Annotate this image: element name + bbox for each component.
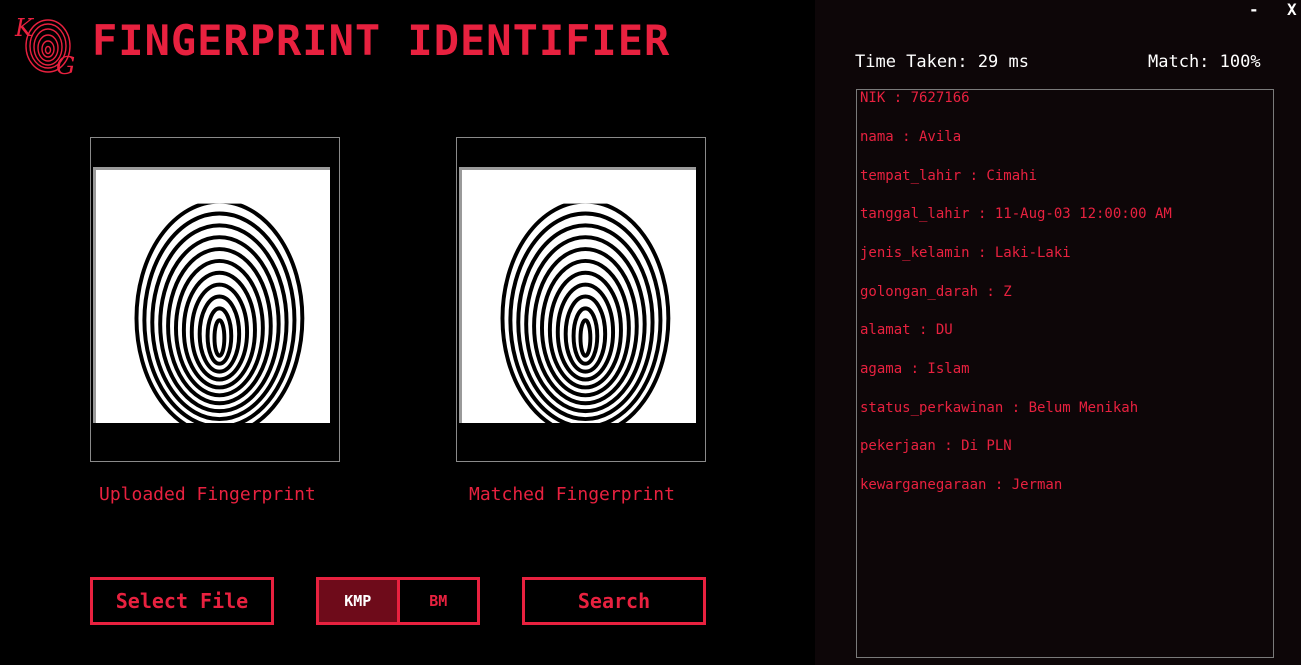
uploaded-fingerprint-frame: [90, 137, 340, 462]
logo-letter-k: K: [14, 14, 35, 42]
algorithm-toggle: KMP BM: [316, 577, 480, 625]
match-percentage-label: Match: 100%: [1148, 52, 1261, 72]
matched-fingerprint-image: [459, 167, 696, 423]
biodata-status-perkawinan: status_perkawinan : Belum Menikah: [860, 400, 1139, 416]
time-taken-label: Time Taken: 29 ms: [855, 52, 1029, 72]
biodata-nik: NIK : 7627166: [860, 90, 970, 106]
select-file-button[interactable]: Select File: [90, 577, 274, 625]
matched-fingerprint-frame: [456, 137, 706, 462]
matched-fingerprint-label: Matched Fingerprint: [469, 484, 675, 505]
biodata-tempat-lahir: tempat_lahir : Cimahi: [860, 168, 1038, 184]
biodata-nama: nama : Avila: [860, 129, 962, 145]
minimize-button[interactable]: -: [1249, 0, 1259, 19]
biodata-alamat: alamat : DU: [860, 322, 953, 338]
biodata-pekerjaan: pekerjaan : Di PLN: [860, 438, 1012, 454]
main-panel: K G FINGERPRINT IDENTIFIER Uploaded Fing…: [0, 0, 815, 665]
algorithm-bm-option[interactable]: BM: [399, 580, 477, 622]
app-title: FINGERPRINT IDENTIFIER: [92, 16, 671, 65]
search-button[interactable]: Search: [522, 577, 706, 625]
app-logo: K G: [14, 12, 78, 80]
biodata-kewarganegaraan: kewarganegaraan : Jerman: [860, 477, 1063, 493]
uploaded-fingerprint-label: Uploaded Fingerprint: [99, 484, 316, 505]
biodata-agama: agama : Islam: [860, 361, 970, 377]
biodata-box: NIK : 7627166 nama : Avila tempat_lahir …: [856, 89, 1274, 658]
biodata-jenis-kelamin: jenis_kelamin : Laki-Laki: [860, 245, 1071, 261]
uploaded-fingerprint-image: [93, 167, 330, 423]
algorithm-kmp-option[interactable]: KMP: [319, 580, 400, 622]
close-button[interactable]: X: [1287, 0, 1297, 19]
biodata-tanggal-lahir: tanggal_lahir : 11-Aug-03 12:00:00 AM: [860, 206, 1172, 222]
logo-letter-g: G: [56, 52, 75, 76]
biodata-golongan-darah: golongan_darah : Z: [860, 284, 1012, 300]
